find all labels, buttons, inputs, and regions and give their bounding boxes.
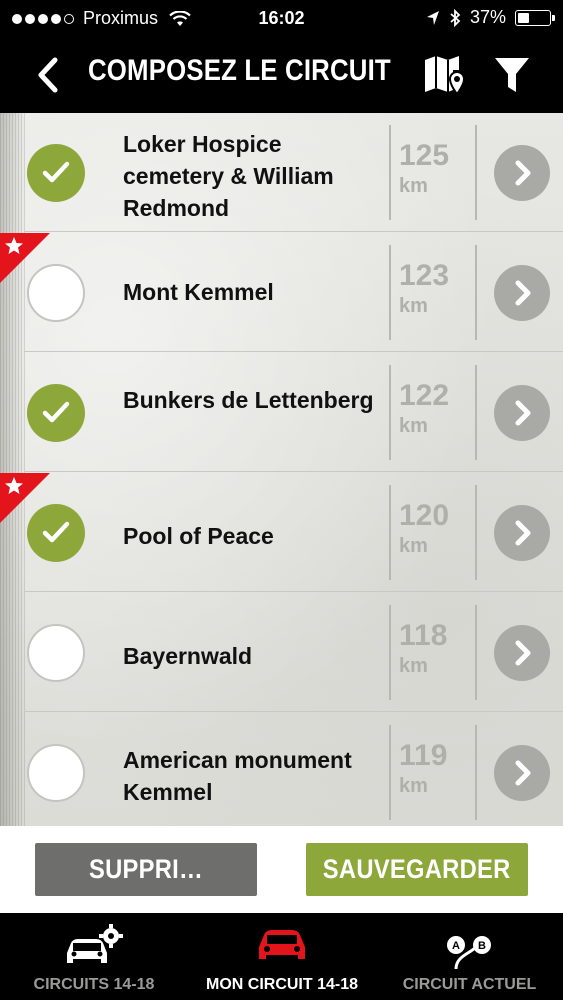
svg-text:B: B — [478, 940, 486, 952]
delete-selection-button[interactable]: SUPPRI…ECTION — [35, 843, 257, 937]
wifi-icon — [169, 10, 191, 26]
filter-icon — [495, 58, 529, 92]
list-item[interactable]: Mont Kemmel 123 km — [0, 233, 563, 352]
item-distance: 118 km — [399, 619, 448, 678]
chevron-right-icon — [515, 400, 531, 426]
detail-button[interactable] — [494, 745, 550, 801]
battery-icon — [515, 9, 555, 26]
checkmark-icon — [42, 161, 70, 183]
chevron-right-icon — [515, 520, 531, 546]
location-arrow-icon — [426, 10, 439, 25]
checkbox-checked[interactable] — [27, 384, 85, 442]
detail-button[interactable] — [494, 505, 550, 561]
tab-circuits-14-18[interactable]: CIRCUITS 14-18 — [0, 913, 188, 1000]
list-item[interactable]: Loker Hospice cemetery & William Redmond… — [0, 113, 563, 232]
list-item[interactable]: American monument Kemmel 119 km — [0, 713, 563, 826]
checkbox-checked[interactable] — [27, 144, 85, 202]
item-title: Bayernwald — [123, 643, 253, 669]
item-title: Mont Kemmel — [123, 279, 274, 305]
item-title: American monument Kemmel — [123, 747, 352, 805]
list-item[interactable]: Pool of Peace 120 km — [0, 473, 563, 592]
tab-label: CIRCUIT ACTUEL — [402, 976, 537, 993]
item-title: Bunkers de Lettenberg — [123, 387, 374, 413]
battery-percent: 37% — [469, 7, 506, 27]
list-item[interactable]: Bunkers de Lettenberg 122 km — [0, 353, 563, 472]
tab-label: CIRCUITS 14-18 — [33, 976, 155, 993]
map-button[interactable] — [422, 52, 470, 98]
car-gear-icon — [67, 924, 123, 963]
signal-strength-icon — [12, 13, 74, 24]
filter-button[interactable] — [492, 54, 532, 96]
bluetooth-icon — [450, 8, 461, 27]
chevron-right-icon — [515, 760, 531, 786]
item-distance: 125 km — [399, 139, 450, 198]
tab-bar: CIRCUITS 14-18 MON CIRCUIT 14-18 A B CIR… — [0, 913, 563, 1000]
save-button[interactable]: SAUVEGARDER — [306, 843, 528, 896]
back-button[interactable] — [30, 54, 66, 96]
checkbox-unchecked[interactable] — [27, 624, 85, 682]
item-distance: 119 km — [399, 739, 448, 798]
checkmark-icon — [42, 521, 70, 543]
action-bar: SUPPRI…ECTION SAUVEGARDER — [0, 826, 563, 937]
item-distance: 120 km — [399, 499, 450, 558]
battery-level — [518, 12, 529, 23]
signal-carrier: Proximus — [12, 8, 191, 29]
favorite-star-icon — [0, 233, 50, 283]
favorite-star-icon — [0, 473, 50, 523]
list-item[interactable]: Bayernwald 118 km — [0, 593, 563, 712]
checkbox-unchecked[interactable] — [27, 744, 85, 802]
chevron-right-icon — [515, 280, 531, 306]
chevron-right-icon — [515, 160, 531, 186]
item-distance: 122 km — [399, 379, 450, 438]
svg-text:A: A — [452, 940, 460, 952]
detail-button[interactable] — [494, 385, 550, 441]
tab-circuit-actuel[interactable]: A B CIRCUIT ACTUEL — [376, 913, 563, 1000]
item-distance: 123 km — [399, 259, 450, 318]
detail-button[interactable] — [494, 145, 550, 201]
detail-button[interactable] — [494, 625, 550, 681]
item-title: Loker Hospice cemetery & William Redmond — [123, 131, 334, 221]
tab-label: MON CIRCUIT 14-18 — [205, 976, 359, 993]
status-bar: Proximus 16:02 37% — [0, 0, 563, 38]
circuit-list[interactable]: Loker Hospice cemetery & William Redmond… — [0, 113, 563, 826]
detail-button[interactable] — [494, 265, 550, 321]
route-ab-icon: A B — [446, 936, 491, 970]
map-pin-icon — [425, 56, 466, 96]
tab-mon-circuit-14-18[interactable]: MON CIRCUIT 14-18 — [188, 913, 376, 1000]
chevron-left-icon — [38, 57, 58, 93]
car-icon — [259, 930, 305, 959]
nav-bar: COMPOSEZ LE CIRCUIT — [0, 38, 563, 113]
checkmark-icon — [42, 401, 70, 423]
item-title: Pool of Peace — [123, 523, 274, 549]
page-title: COMPOSEZ LE CIRCUIT — [88, 54, 391, 87]
carrier-name: Proximus — [83, 8, 159, 28]
chevron-right-icon — [515, 640, 531, 666]
